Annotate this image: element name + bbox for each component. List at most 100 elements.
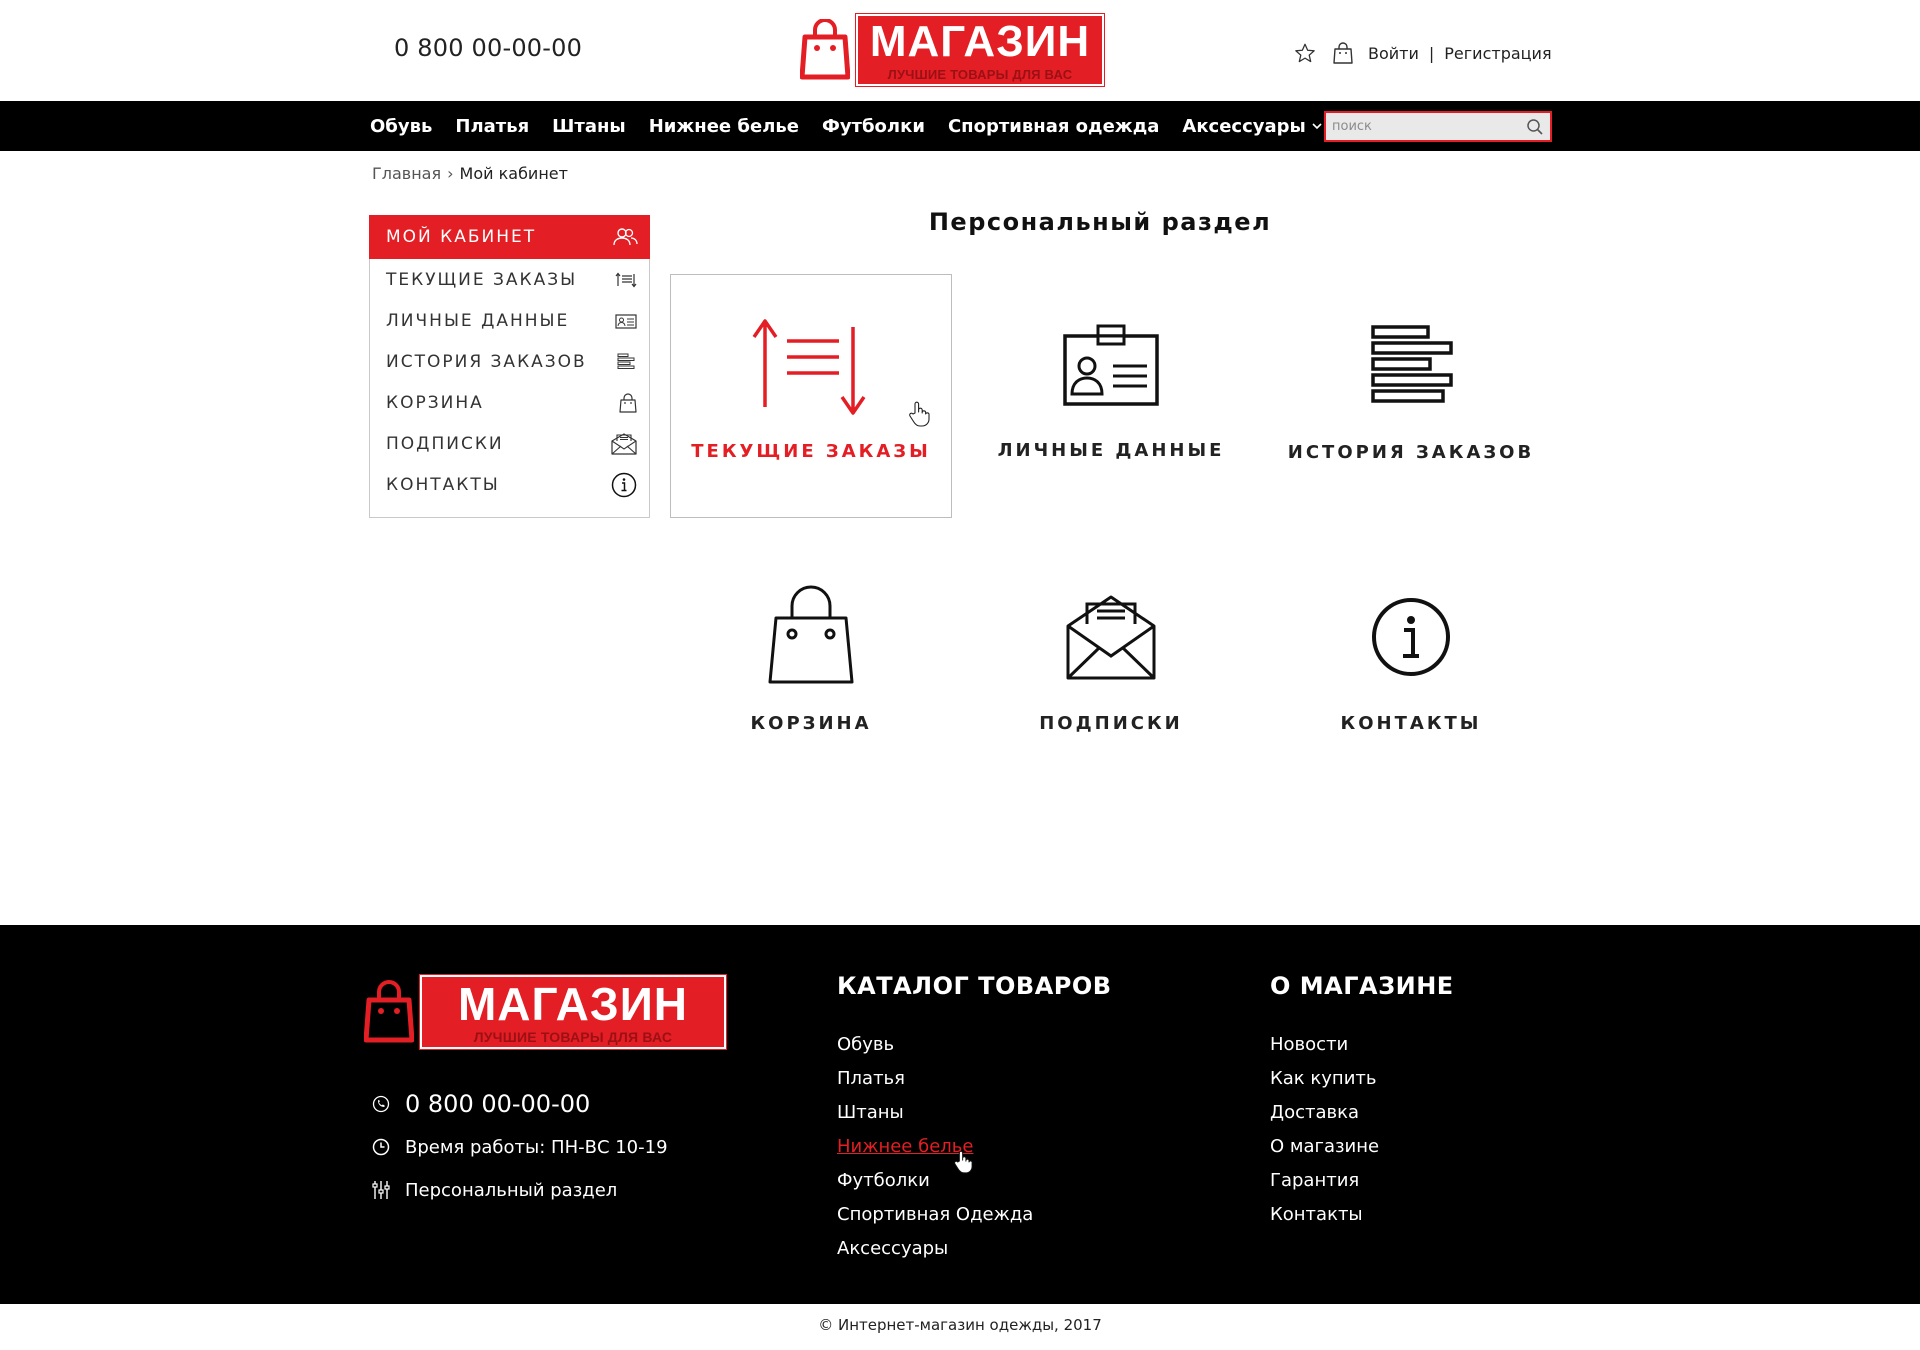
main-nav: Обувь Платья Штаны Нижнее белье Футболки… [0, 101, 1920, 151]
sidebar-item-my-account[interactable]: МОЙ КАБИНЕТ [369, 215, 650, 259]
sidebar-item-personal-data[interactable]: ЛИЧНЫЕ ДАННЫЕ [370, 300, 649, 341]
footer-about-link[interactable]: О магазине [1270, 1130, 1454, 1164]
chevron-down-icon [1312, 122, 1322, 129]
logo-bag-icon [364, 980, 414, 1043]
hand-cursor-icon [954, 1150, 973, 1174]
nav-item-underwear[interactable]: Нижнее белье [649, 116, 799, 137]
footer-about-link[interactable]: Гарантия [1270, 1164, 1454, 1198]
copyright: © Интернет-магазин одежды, 2017 [818, 1316, 1102, 1334]
phone-icon [370, 1093, 392, 1115]
sliders-icon [370, 1179, 392, 1201]
footer-catalog: КАТАЛОГ ТОВАРОВ Обувь Платья Штаны Нижне… [837, 972, 1112, 1266]
footer-personal-link[interactable]: Персональный раздел [370, 1179, 617, 1201]
tile-label: ИСТОРИЯ ЗАКАЗОВ [1287, 442, 1535, 463]
tile-contacts[interactable]: КОНТАКТЫ [1270, 570, 1552, 814]
nav-item-sportswear[interactable]: Спортивная одежда [948, 116, 1159, 137]
tile-subscriptions[interactable]: ПОДПИСКИ [970, 570, 1252, 814]
sidebar-item-label: ЛИЧНЫЕ ДАННЫЕ [386, 310, 570, 331]
footer-catalog-link[interactable]: Аксессуары [837, 1232, 1112, 1266]
sidebar-item-contacts[interactable]: КОНТАКТЫ [370, 464, 649, 505]
footer-about-link[interactable]: Контакты [1270, 1198, 1454, 1232]
footer-catalog-link[interactable]: Штаны [837, 1096, 1112, 1130]
nav-item-accessories[interactable]: Аксессуары [1182, 115, 1322, 137]
nav-item-dresses[interactable]: Платья [455, 116, 529, 137]
search-box [1324, 111, 1552, 142]
footer-catalog-link[interactable]: Обувь [837, 1028, 1112, 1062]
footer-about-link[interactable]: Новости [1270, 1028, 1454, 1062]
sidebar-item-label: ТЕКУЩИЕ ЗАКАЗЫ [386, 269, 578, 290]
footer-catalog-link[interactable]: Спортивная Одежда [837, 1198, 1112, 1232]
tile-personal-data[interactable]: ЛИЧНЫЕ ДАННЫЕ [970, 274, 1252, 518]
register-link[interactable]: Регистрация [1444, 44, 1551, 63]
breadcrumb-home[interactable]: Главная [372, 164, 441, 183]
header-phone[interactable]: 0 800 00-00-00 [394, 34, 582, 62]
user-links: Войти | Регистрация [1292, 40, 1552, 66]
footer-phone[interactable]: 0 800 00-00-00 [370, 1090, 590, 1118]
sidebar-item-cart[interactable]: КОРЗИНА [370, 382, 649, 423]
bag-icon [619, 392, 637, 413]
tile-label: ПОДПИСКИ [1039, 713, 1183, 734]
sidebar-item-label: КОРЗИНА [386, 392, 484, 413]
footer-catalog-link[interactable]: Футболки [837, 1164, 1112, 1198]
search-input[interactable] [1326, 113, 1516, 140]
link-separator: | [1428, 43, 1435, 63]
site-logo[interactable]: МАГАЗИН ЛУЧШИЕ ТОВАРЫ ДЛЯ ВАС [800, 13, 1105, 87]
sidebar-item-label: КОНТАКТЫ [386, 474, 500, 495]
id-card-icon [615, 313, 637, 329]
nav-items: Обувь Платья Штаны Нижнее белье Футболки… [370, 101, 1345, 151]
footer-about-list: Новости Как купить Доставка О магазине Г… [1270, 1028, 1454, 1232]
search-icon[interactable] [1526, 118, 1544, 136]
id-card-icon [1063, 324, 1159, 406]
nav-item-tshirts[interactable]: Футболки [822, 116, 925, 137]
footer-phone-text: 0 800 00-00-00 [405, 1090, 591, 1118]
logo-name: МАГАЗИН [457, 977, 689, 1030]
footer-about-link[interactable]: Как купить [1270, 1062, 1454, 1096]
envelope-icon [1066, 595, 1156, 680]
tile-label: ТЕКУЩИЕ ЗАКАЗЫ [691, 441, 931, 462]
sidebar-item-label: ПОДПИСКИ [386, 433, 504, 454]
nav-item-shoes[interactable]: Обувь [370, 116, 432, 137]
clock-icon [370, 1136, 392, 1158]
sidebar-item-subscriptions[interactable]: ПОДПИСКИ [370, 423, 649, 464]
hand-cursor-icon [909, 401, 930, 427]
logo-slogan: ЛУЧШИЕ ТОВАРЫ ДЛЯ ВАС [887, 66, 1073, 82]
nav-item-accessories-label: Аксессуары [1182, 115, 1306, 137]
breadcrumb: Главная › Мой кабинет [372, 164, 568, 183]
footer-about-title: О МАГАЗИНЕ [1270, 972, 1454, 1000]
sidebar-item-label: МОЙ КАБИНЕТ [386, 227, 537, 247]
tile-cart[interactable]: КОРЗИНА [670, 570, 952, 814]
list-bars-icon [1371, 325, 1453, 403]
footer-catalog-list: Обувь Платья Штаны Нижнее белье Футболки… [837, 1028, 1112, 1266]
logo-bag-icon [800, 19, 850, 80]
footer-logo[interactable]: МАГАЗИН ЛУЧШИЕ ТОВАРЫ ДЛЯ ВАС [364, 974, 727, 1050]
nav-item-pants[interactable]: Штаны [552, 116, 626, 137]
sidebar-item-current-orders[interactable]: ТЕКУЩИЕ ЗАКАЗЫ [370, 259, 649, 300]
sort-arrows-icon [752, 319, 866, 415]
footer-about: О МАГАЗИНЕ Новости Как купить Доставка О… [1270, 972, 1454, 1232]
users-icon [612, 227, 638, 247]
logo-name: МАГАЗИН [869, 16, 1091, 66]
login-link[interactable]: Войти [1368, 44, 1419, 63]
list-bars-icon [617, 353, 637, 371]
logo-plate: МАГАЗИН ЛУЧШИЕ ТОВАРЫ ДЛЯ ВАС [855, 13, 1105, 87]
sort-arrows-icon [615, 272, 637, 288]
info-icon [1372, 598, 1450, 676]
breadcrumb-separator: › [447, 164, 454, 183]
tile-current-orders[interactable]: ТЕКУЩИЕ ЗАКАЗЫ [670, 274, 952, 518]
sidebar-item-order-history[interactable]: ИСТОРИЯ ЗАКАЗОВ [370, 341, 649, 382]
envelope-icon [611, 432, 637, 455]
breadcrumb-current: Мой кабинет [459, 164, 568, 183]
footer-catalog-title: КАТАЛОГ ТОВАРОВ [837, 972, 1112, 1000]
bag-icon[interactable] [1330, 40, 1356, 66]
logo-slogan: ЛУЧШИЕ ТОВАРЫ ДЛЯ ВАС [473, 1028, 673, 1045]
tile-order-history[interactable]: ИСТОРИЯ ЗАКАЗОВ [1270, 274, 1552, 518]
footer-hours-text: Время работы: ПН-ВС 10-19 [405, 1136, 668, 1158]
footer-catalog-link[interactable]: Платья [837, 1062, 1112, 1096]
tile-label: КОРЗИНА [750, 713, 872, 734]
star-icon[interactable] [1292, 40, 1318, 66]
footer-about-link[interactable]: Доставка [1270, 1096, 1454, 1130]
account-sidebar: МОЙ КАБИНЕТ ТЕКУЩИЕ ЗАКАЗЫ ЛИЧНЫЕ ДАННЫЕ… [369, 215, 650, 518]
logo-plate: МАГАЗИН ЛУЧШИЕ ТОВАРЫ ДЛЯ ВАС [419, 974, 727, 1050]
footer-hours: Время работы: ПН-ВС 10-19 [370, 1136, 668, 1158]
footer-catalog-link[interactable]: Нижнее белье [837, 1130, 1112, 1164]
